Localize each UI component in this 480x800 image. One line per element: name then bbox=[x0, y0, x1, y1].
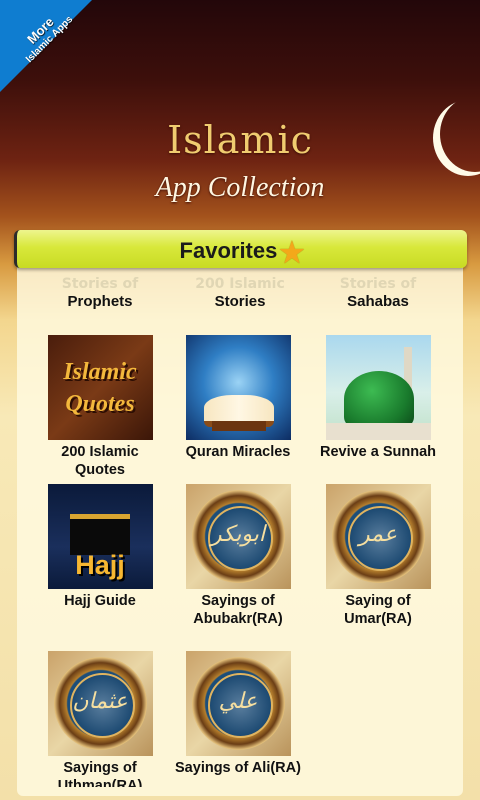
app-revive-a-sunnah[interactable]: Revive a Sunnah bbox=[308, 335, 448, 461]
favorites-header: Favorites★ bbox=[14, 230, 467, 268]
app-label: Sayings of Abubakr(RA) bbox=[193, 593, 283, 627]
app-label: Sayings of Ali(RA) bbox=[175, 760, 301, 776]
app-label: 200 Islamic Quotes bbox=[61, 444, 139, 478]
app-label-stories[interactable]: Stories bbox=[160, 293, 320, 310]
app-title: Islamic bbox=[167, 118, 313, 162]
app-saying-of-umar[interactable]: عمر Saying of Umar(RA) bbox=[308, 484, 448, 628]
faded-label: Stories of bbox=[339, 276, 417, 292]
app-label-prophets[interactable]: Prophets bbox=[20, 293, 180, 310]
hajj-guide-icon[interactable]: Hajj bbox=[47, 484, 153, 589]
app-label: Saying of Umar(RA) bbox=[344, 593, 412, 627]
app-quran-miracles[interactable]: Quran Miracles bbox=[168, 335, 308, 461]
uthman-calligraphy-icon[interactable]: عثمان bbox=[47, 651, 153, 756]
app-subtitle: App Collection bbox=[155, 172, 325, 203]
app-sayings-of-ali[interactable]: علي Sayings of Ali(RA) bbox=[168, 651, 308, 777]
app-label: Revive a Sunnah bbox=[319, 444, 437, 460]
faded-label: 200 Islamic bbox=[195, 276, 285, 292]
favorites-title: Favorites bbox=[179, 238, 278, 263]
app-label-sahabas[interactable]: Sahabas bbox=[298, 293, 458, 310]
app-200-islamic-quotes[interactable]: Islamic Quotes 200 Islamic Quotes bbox=[30, 335, 170, 479]
star-icon: ★ bbox=[279, 237, 305, 268]
quran-miracles-icon[interactable] bbox=[185, 335, 291, 440]
app-label: Quran Miracles bbox=[185, 444, 291, 460]
umar-calligraphy-icon[interactable]: عمر bbox=[325, 484, 431, 589]
app-label: Hajj Guide bbox=[64, 593, 136, 609]
app-sayings-of-uthman[interactable]: عثمان Sayings of Uthman(RA) bbox=[30, 651, 170, 787]
islamic-quotes-icon[interactable]: Islamic Quotes bbox=[47, 335, 153, 440]
ali-calligraphy-icon[interactable]: علي bbox=[185, 651, 291, 756]
app-sayings-of-abubakr[interactable]: ابوبكر Sayings of Abubakr(RA) bbox=[168, 484, 308, 628]
faded-label: Stories of bbox=[61, 276, 139, 292]
app-hajj-guide[interactable]: Hajj Hajj Guide bbox=[30, 484, 170, 610]
app-label: Sayings of Uthman(RA) bbox=[57, 760, 143, 787]
abubakr-calligraphy-icon[interactable]: ابوبكر bbox=[185, 484, 291, 589]
revive-sunnah-icon[interactable] bbox=[325, 335, 431, 440]
